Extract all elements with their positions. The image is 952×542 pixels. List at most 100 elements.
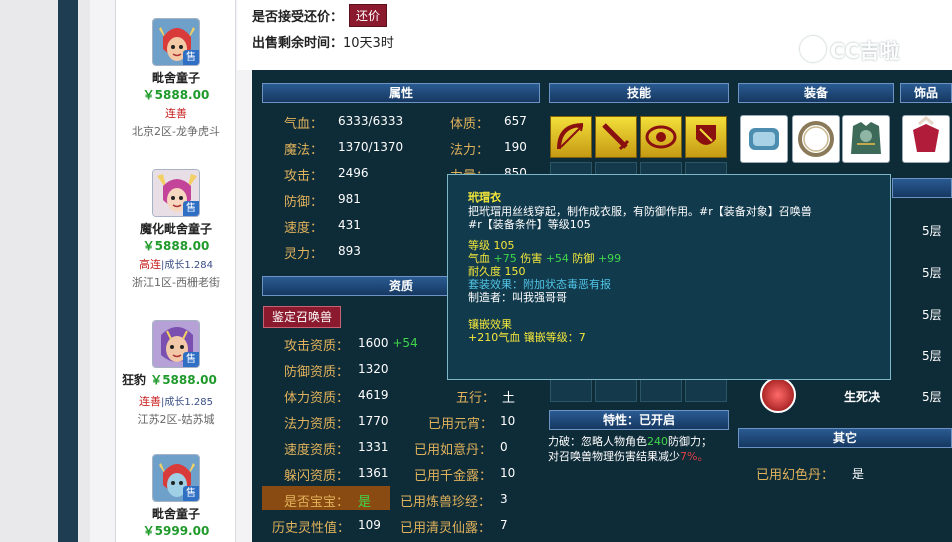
apt-value-stamina: 4619 bbox=[358, 388, 389, 402]
pet-tag-primary: 连善 bbox=[139, 395, 161, 408]
attr-label-hp: 气血： bbox=[284, 117, 324, 132]
apt-value-speed: 1331 bbox=[358, 440, 389, 454]
pet-name[interactable]: 狂豹 ￥5888.00 bbox=[116, 372, 236, 388]
sword-skill-icon bbox=[602, 123, 630, 151]
pet-portrait-demon-child[interactable]: 售 bbox=[152, 169, 200, 217]
pet-tag-primary: 连善 bbox=[165, 107, 187, 120]
pet-price: ￥5888.00 bbox=[142, 239, 210, 253]
eye-skill-icon bbox=[645, 125, 677, 149]
attr-value-speed: 431 bbox=[338, 218, 361, 232]
layer-count: 5层 bbox=[922, 266, 942, 280]
tooltip-inlay-title: 镶嵌效果 bbox=[468, 318, 512, 331]
ring-equipment-icon bbox=[798, 121, 834, 157]
bow-skill-icon bbox=[557, 123, 584, 150]
apt-right-value-lianshou: 3 bbox=[500, 492, 508, 506]
tooltip-stat-value: +54 bbox=[545, 252, 569, 265]
section-header-ornament: 饰品 bbox=[900, 83, 952, 103]
pet-tag-growth: |成长1.284 bbox=[161, 260, 213, 271]
tooltip-stat-value: +75 bbox=[493, 252, 517, 265]
pet-tag-growth: |成长1.285 bbox=[161, 397, 213, 408]
tooltip-stats: 气血 +75 伤害 +54 防御 +99 bbox=[468, 252, 890, 265]
apt-value-attack: 1600 +54 bbox=[358, 336, 418, 350]
listing-card[interactable]: 售 魔化毗舍童子 ￥5888.00 高连|成长1.284 浙江1区-西栅老街 bbox=[116, 169, 236, 291]
apt-value-defense: 1320 bbox=[358, 362, 389, 376]
apt-right-value-yuanxiao: 10 bbox=[500, 414, 516, 428]
sale-tag: 售 bbox=[183, 352, 199, 367]
bracer-equipment-icon bbox=[749, 128, 779, 150]
apt-value-dodge: 1361 bbox=[358, 466, 389, 480]
listing-card[interactable]: 售 毗舍童子 ￥5999.00 bbox=[116, 454, 236, 540]
equipment-slot-armor[interactable] bbox=[842, 115, 890, 163]
pet-price: ￥5999.00 bbox=[142, 524, 210, 538]
attr-value-attack: 2496 bbox=[338, 166, 369, 180]
skill-slot[interactable] bbox=[550, 116, 592, 158]
accept-counteroffer-row: 是否接受还价： 还价 bbox=[252, 3, 388, 27]
counteroffer-button[interactable]: 还价 bbox=[349, 3, 388, 27]
pet-server: 北京2区-龙争虎斗 bbox=[132, 125, 220, 138]
apt-right-label-qingling: 已用清灵仙露： bbox=[400, 521, 492, 536]
feature-value-reduce: 7 bbox=[680, 450, 687, 463]
pet-price: ￥5888.00 bbox=[150, 373, 217, 387]
section-header-feature: 特性：已开启 bbox=[549, 410, 729, 430]
listing-card[interactable]: 售 毗舍童子 ￥5888.00 连善 北京2区-龙争虎斗 bbox=[116, 18, 236, 140]
pet-name[interactable]: 毗舍童子 bbox=[116, 70, 236, 86]
feature-description: 力破：忽略人物角色240防御力；对召唤兽物理伤害结果减少7%。 bbox=[548, 434, 718, 464]
logo-text: CC吉啦 bbox=[830, 38, 900, 63]
baby-value: 是 bbox=[358, 495, 372, 510]
apt-label-attack: 攻击资质： bbox=[284, 339, 350, 354]
tooltip-stat-text: 气血 bbox=[468, 252, 494, 265]
attr-label-attack: 攻击： bbox=[284, 169, 324, 184]
pet-server: 浙江1区-西栅老街 bbox=[132, 276, 220, 289]
skill-slot[interactable] bbox=[595, 116, 637, 158]
apt-right-value-qingling: 7 bbox=[500, 518, 508, 532]
attr-value-magic: 190 bbox=[504, 140, 527, 154]
pet-portrait-leopard[interactable]: 售 bbox=[152, 320, 200, 368]
pet-tag-primary: 高连 bbox=[139, 258, 161, 271]
attr-value-mp: 1370/1370 bbox=[338, 140, 404, 154]
section-header-attributes: 属性 bbox=[262, 83, 540, 103]
pet-name[interactable]: 毗舍童子 bbox=[116, 506, 236, 522]
life-death-skill-name: 生死决 bbox=[844, 390, 881, 404]
attr-label-spirit: 灵力： bbox=[284, 247, 324, 262]
skill-slot[interactable] bbox=[640, 116, 682, 158]
sale-tag: 售 bbox=[183, 201, 199, 216]
equipment-slot[interactable] bbox=[792, 115, 840, 163]
section-header-other: 其它 bbox=[738, 428, 952, 448]
attr-value-defense: 981 bbox=[338, 192, 361, 206]
attr-label-constitution: 体质： bbox=[450, 117, 490, 132]
skill-slot[interactable] bbox=[685, 116, 727, 158]
apt-right-value-qianjinlu: 10 bbox=[500, 466, 516, 480]
tooltip-durability: 耐久度 150 bbox=[468, 265, 526, 278]
layer-count: 5层 bbox=[922, 224, 942, 238]
attr-label-defense: 防御： bbox=[284, 195, 324, 210]
history-spirit-value: 109 bbox=[358, 518, 381, 532]
pet-name[interactable]: 魔化毗舍童子 bbox=[116, 221, 236, 237]
pet-portrait-demon-child[interactable]: 售 bbox=[152, 18, 200, 66]
ornament-slot[interactable] bbox=[902, 115, 950, 163]
other-value-dye: 是 bbox=[852, 467, 865, 481]
equipment-slot[interactable] bbox=[740, 115, 788, 163]
tooltip-stat-value: +99 bbox=[597, 252, 622, 265]
baby-label: 是否宝宝： bbox=[284, 495, 350, 510]
apt-value-attack-bonus: +54 bbox=[392, 336, 418, 350]
tooltip-set-effect: 套装效果：附加状态毒恶有报 bbox=[468, 278, 611, 291]
pet-tag: 高连|成长1.284 bbox=[116, 255, 236, 275]
appraise-summon-button[interactable]: 鉴定召唤兽 bbox=[263, 306, 341, 328]
equipment-tooltip: 玳瑁衣 把玳瑁用丝线穿起，制作成衣服，有防御作用。#r【装备对象】召唤兽 #r【… bbox=[447, 174, 891, 380]
feature-text-part: 力破：忽略人物角色 bbox=[548, 435, 647, 448]
tooltip-title: 玳瑁衣 bbox=[468, 191, 501, 204]
listing-card[interactable]: 售 狂豹 ￥5888.00 连善|成长1.285 江苏2区-姑苏城 bbox=[116, 320, 236, 428]
logo-ring-icon bbox=[800, 36, 826, 62]
pet-portrait-demon-child[interactable]: 售 bbox=[152, 454, 200, 502]
apt-value-magic: 1770 bbox=[358, 414, 389, 428]
left-rail bbox=[90, 0, 116, 542]
listing-column: 售 毗舍童子 ￥5888.00 连善 北京2区-龙争虎斗 售 魔化毗舍童子 ￥5… bbox=[116, 0, 236, 542]
life-death-skill-icon[interactable] bbox=[760, 377, 796, 413]
attr-value-spirit: 893 bbox=[338, 244, 361, 258]
tooltip-maker: 制造者：叫我强哥哥 bbox=[468, 291, 567, 304]
remaining-time-value: 10天3时 bbox=[343, 36, 394, 51]
tooltip-stat-text: 防御 bbox=[568, 252, 598, 265]
apt-right-label-qianjinlu: 已用千金露： bbox=[414, 469, 493, 484]
feature-value-ignore: 240 bbox=[647, 435, 668, 448]
apt-value-attack-base: 1600 bbox=[358, 336, 389, 350]
